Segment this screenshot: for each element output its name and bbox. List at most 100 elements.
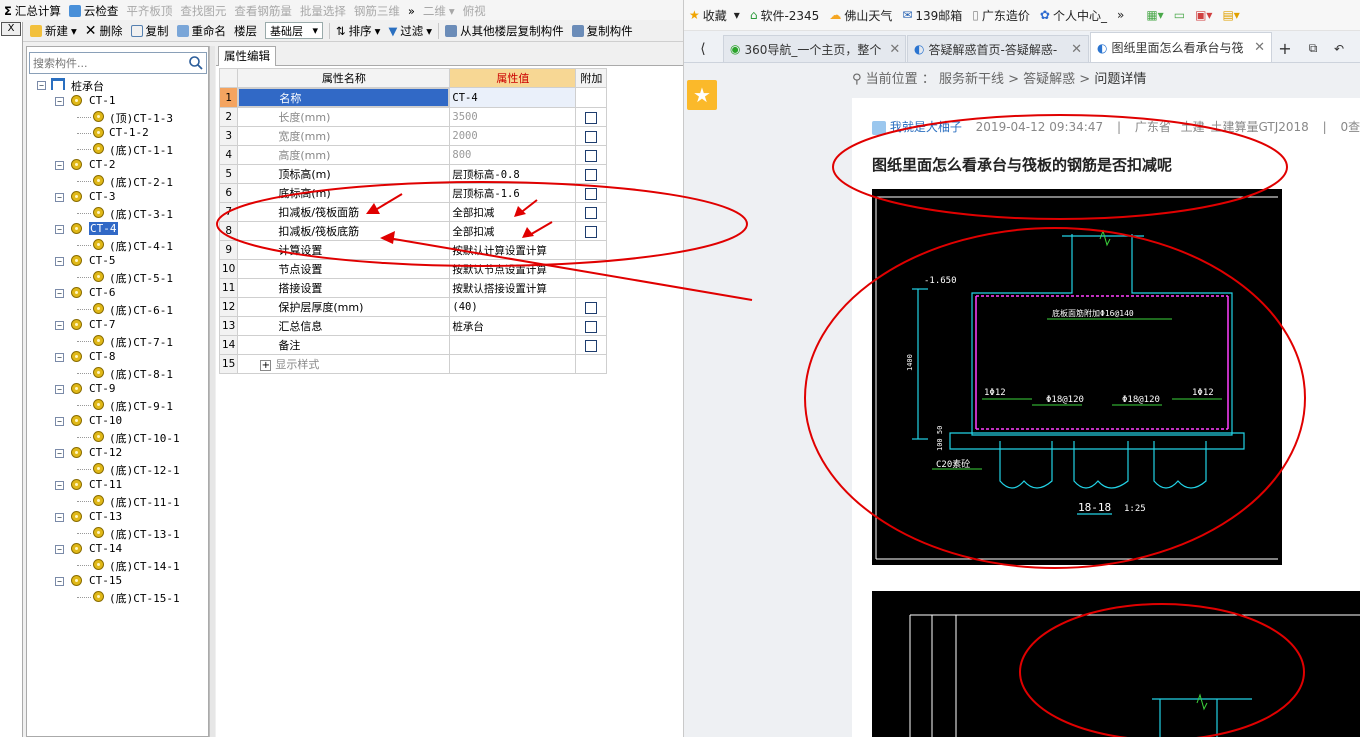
property-row[interactable]: 5 顶标高(m) 层顶标高-0.8 [218, 164, 608, 184]
collapse-icon[interactable]: − [55, 353, 64, 362]
bookmark-weather[interactable]: ☁ 佛山天气 [824, 7, 897, 24]
tree-leaf[interactable]: (底)CT-5-1 [27, 269, 208, 285]
tree-node[interactable]: − CT-10 [27, 413, 208, 429]
close-icon[interactable]: ✕ [1250, 40, 1265, 55]
attach-checkbox[interactable] [585, 187, 598, 200]
summary-calc-button[interactable]: Σ 汇总计算 [0, 1, 65, 21]
bookmark-guangdong[interactable]: ▯ 广东造价 [967, 7, 1035, 24]
property-row[interactable]: 4 高度(mm) 800 [218, 145, 608, 165]
close-icon[interactable]: ✕ [885, 42, 900, 57]
new-tab-button[interactable]: + [1273, 35, 1297, 62]
property-row[interactable]: 1 名称 CT-4 [218, 87, 608, 108]
search-icon[interactable] [188, 55, 204, 71]
property-value[interactable]: (40) [449, 297, 577, 317]
collapse-icon[interactable]: − [55, 161, 64, 170]
property-row[interactable]: 2 长度(mm) 3500 [218, 107, 608, 127]
avatar[interactable] [872, 120, 886, 135]
bookmark-personal[interactable]: ✿ 个人中心_ [1035, 7, 1112, 24]
adblock-icon[interactable]: ▣▾ [1190, 8, 1217, 22]
collapse-icon[interactable]: − [55, 193, 64, 202]
tree-node[interactable]: − CT-11 [27, 477, 208, 493]
more-bookmarks-icon[interactable]: » [1112, 8, 1129, 22]
apps-icon[interactable]: ▦▾ [1141, 8, 1168, 22]
extension-icon[interactable]: ▤▾ [1217, 8, 1244, 22]
property-value[interactable] [449, 335, 577, 355]
collapse-icon[interactable]: − [55, 321, 64, 330]
floor-select[interactable]: 基础层 ▾ [261, 21, 327, 41]
property-value[interactable]: 按默认节点设置计算 [449, 259, 577, 279]
collapse-icon[interactable]: − [55, 289, 64, 298]
property-row[interactable]: 11 搭接设置 按默认搭接设置计算 [218, 278, 608, 298]
attach-checkbox[interactable] [585, 149, 598, 162]
tab-answers-home[interactable]: ◐ 答疑解惑首页-答疑解惑- ✕ [907, 35, 1089, 62]
attach-checkbox[interactable] [585, 301, 598, 314]
favorite-star-icon[interactable]: ★ [687, 80, 717, 110]
tree-node[interactable]: − CT-2 [27, 157, 208, 173]
property-row[interactable]: 10 节点设置 按默认节点设置计算 [218, 259, 608, 279]
tab-360[interactable]: ◉ 360导航_一个主页，整个 ✕ [723, 35, 906, 62]
property-row[interactable]: 13 汇总信息 桩承台 [218, 316, 608, 336]
attach-checkbox[interactable] [585, 111, 598, 124]
property-value[interactable] [449, 354, 577, 374]
property-value[interactable]: 800 [449, 145, 577, 165]
property-value[interactable]: 桩承台 [449, 316, 577, 336]
close-icon[interactable]: ✕ [1067, 42, 1082, 57]
collapse-icon[interactable]: − [55, 97, 64, 106]
tree-node[interactable]: − CT-1 [27, 93, 208, 109]
property-value[interactable]: 2000 [449, 126, 577, 146]
attach-checkbox[interactable] [585, 339, 598, 352]
collapse-icon[interactable]: − [55, 417, 64, 426]
property-row[interactable]: 9 计算设置 按默认计算设置计算 [218, 240, 608, 260]
property-value[interactable]: 层顶标高-1.6 [449, 183, 577, 203]
rename-button[interactable]: 重命名 [173, 21, 231, 41]
property-value[interactable]: 全部扣减 [449, 202, 577, 222]
tree-node[interactable]: − CT-9 [27, 381, 208, 397]
attach-checkbox[interactable] [585, 130, 598, 143]
property-value[interactable]: 按默认计算设置计算 [449, 240, 577, 260]
copy-from-floor-button[interactable]: 从其他楼层复制构件 [441, 21, 568, 41]
collapse-icon[interactable]: − [55, 577, 64, 586]
property-value[interactable]: CT-4 [449, 87, 577, 108]
tree-node[interactable]: − CT-14 [27, 541, 208, 557]
collapse-icon[interactable]: − [55, 481, 64, 490]
more-icon[interactable]: » [404, 1, 419, 21]
tree-node[interactable]: − CT-7 [27, 317, 208, 333]
delete-button[interactable]: ✕ 删除 [81, 21, 127, 41]
tree-node[interactable]: − CT-5 [27, 253, 208, 269]
breadcrumb-link[interactable]: 答疑解惑 [1023, 72, 1075, 87]
tree-leaf[interactable]: (底)CT-12-1 [27, 461, 208, 477]
attach-checkbox[interactable] [585, 320, 598, 333]
tree-leaf[interactable]: (底)CT-8-1 [27, 365, 208, 381]
reader-icon[interactable]: ▭ [1169, 8, 1190, 22]
tree-leaf[interactable]: (底)CT-15-1 [27, 589, 208, 605]
tree-leaf[interactable]: (底)CT-13-1 [27, 525, 208, 541]
tree-node[interactable]: − CT-15 [27, 573, 208, 589]
tree-leaf[interactable]: (底)CT-10-1 [27, 429, 208, 445]
tree-node[interactable]: − CT-3 [27, 189, 208, 205]
bookmark-139mail[interactable]: ✉ 139邮箱 [897, 7, 967, 24]
property-row[interactable]: 3 宽度(mm) 2000 [218, 126, 608, 146]
collapse-icon[interactable]: − [37, 81, 46, 90]
tree-leaf[interactable]: (顶)CT-1-3 [27, 109, 208, 125]
tree-leaf[interactable]: (底)CT-4-1 [27, 237, 208, 253]
tree-node[interactable]: − CT-4 [27, 221, 208, 237]
tree-leaf[interactable]: (底)CT-9-1 [27, 397, 208, 413]
find-element-button[interactable]: 查找图元 [176, 1, 230, 21]
tree-node[interactable]: − CT-6 [27, 285, 208, 301]
property-row[interactable]: 8 扣减板/筏板底筋 全部扣减 [218, 221, 608, 241]
copy-component-button[interactable]: 复制构件 [568, 21, 637, 41]
collapse-icon[interactable]: − [55, 385, 64, 394]
bookmark-favorites[interactable]: ★ 收藏 ▾ [684, 7, 745, 24]
tree-leaf[interactable]: CT-1-2 [27, 125, 208, 141]
copy-button[interactable]: 复制 [127, 21, 173, 41]
filter-button[interactable]: ▼ 过滤 ▾ [384, 21, 436, 41]
attach-checkbox[interactable] [585, 168, 598, 181]
collapse-icon[interactable]: − [55, 449, 64, 458]
property-value[interactable]: 全部扣减 [449, 221, 577, 241]
collapse-icon[interactable]: − [55, 257, 64, 266]
bookmark-2345[interactable]: ⌂ 软件-2345 [745, 7, 825, 24]
property-row[interactable]: 12 保护层厚度(mm) (40) [218, 297, 608, 317]
property-row[interactable]: 7 扣减板/筏板面筋 全部扣减 [218, 202, 608, 222]
tree-leaf[interactable]: (底)CT-14-1 [27, 557, 208, 573]
breadcrumb-link[interactable]: 服务新干线 [939, 72, 1004, 87]
